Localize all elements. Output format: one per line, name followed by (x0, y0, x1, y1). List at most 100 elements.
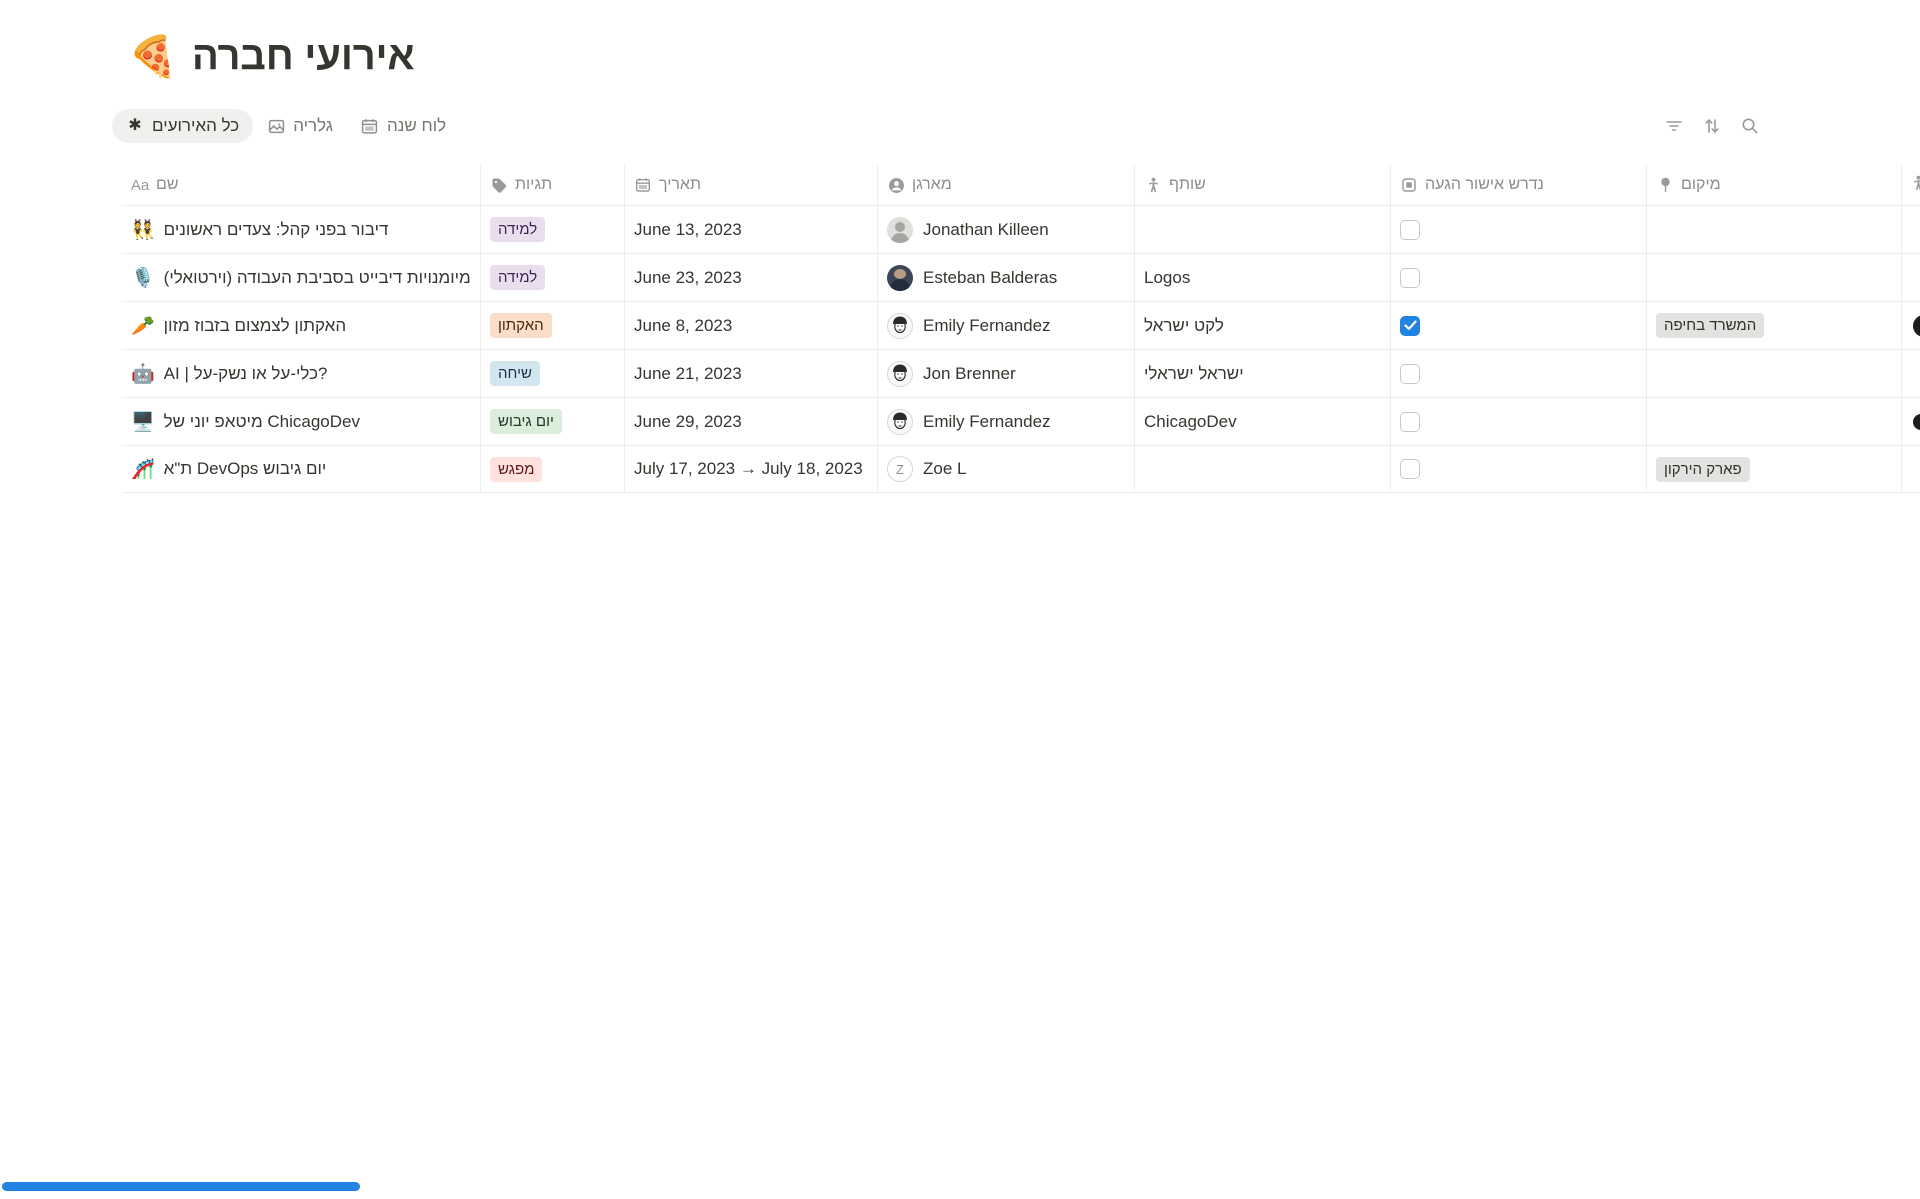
cell-clipped (1902, 302, 1920, 349)
cell-name[interactable]: 👯דיבור בפני קהל: צעדים ראשונים (122, 206, 481, 253)
page-icon-pizza[interactable]: 🍕 (128, 37, 178, 77)
asterisk-icon: ✱ (126, 117, 144, 135)
column-header-organizer[interactable]: מארגן (878, 165, 1135, 205)
date-value: June 8, 2023 (634, 316, 732, 336)
tag-pill: שיחה (490, 361, 540, 386)
cell-organizer[interactable]: Emily Fernandez (878, 398, 1135, 445)
tag-pill: יום גיבוש (490, 409, 562, 434)
table-row: 🖥️ מיטאפ יוני של ChicagoDev יום גיבוש June … (122, 397, 1920, 445)
tab-label: גלריה (293, 116, 333, 136)
cell-location[interactable] (1647, 254, 1902, 301)
event-title: ת"א DevOps יום גיבוש (164, 459, 327, 479)
horizontal-scrollbar-thumb[interactable] (2, 1182, 360, 1191)
page-title[interactable]: אירועי חברה (192, 34, 415, 79)
cell-date[interactable]: June 29, 2023 (625, 398, 878, 445)
organizer-name: Jon Brenner (923, 364, 1016, 384)
cell-organizer[interactable]: Jonathan Killeen (878, 206, 1135, 253)
cell-partner[interactable] (1135, 446, 1391, 492)
tab-gallery[interactable]: גלריה (253, 109, 347, 143)
view-tab-bar: ✱ כל האירועים גלריה ל (112, 105, 1920, 147)
cell-date[interactable]: July 17, 2023 → July 18, 2023 (625, 446, 878, 492)
rsvp-checkbox-checked[interactable] (1400, 316, 1420, 336)
column-header-label: תגיות (515, 176, 552, 194)
avatar: Z (887, 456, 913, 482)
column-header-rsvp[interactable]: נדרש אישור הגעה (1391, 165, 1647, 205)
date-value: June 29, 2023 (634, 412, 742, 432)
cell-tags[interactable]: יום גיבוש (481, 398, 625, 445)
cell-date[interactable]: June 13, 2023 (625, 206, 878, 253)
cell-location[interactable] (1647, 206, 1902, 253)
cell-date[interactable]: June 23, 2023 (625, 254, 878, 301)
cell-name[interactable]: 🤖AI | כלי-על או נשק-על? (122, 350, 481, 397)
cell-date[interactable]: June 8, 2023 (625, 302, 878, 349)
rsvp-checkbox-unchecked[interactable] (1400, 220, 1420, 240)
column-header-name[interactable]: Aaשם (122, 165, 481, 205)
column-header-tags[interactable]: תגיות (481, 165, 625, 205)
table-row: 🤖AI | כלי-על או נשק-על? שיחה June 21, 2023… (122, 349, 1920, 397)
avatar (887, 361, 913, 387)
cell-rsvp (1391, 446, 1647, 492)
cell-organizer[interactable]: Emily Fernandez (878, 302, 1135, 349)
cell-location[interactable] (1647, 350, 1902, 397)
event-emoji-icon: 🎙️ (131, 266, 155, 290)
cell-rsvp (1391, 350, 1647, 397)
organizer-name: Zoe L (923, 459, 966, 479)
sort-icon[interactable] (1702, 116, 1722, 136)
cell-organizer[interactable]: Z Zoe L (878, 446, 1135, 492)
cell-partner[interactable]: Logos (1135, 254, 1391, 301)
organizer-name: Esteban Balderas (923, 268, 1057, 288)
avatar-clipped (1911, 412, 1920, 432)
event-title: AI | כלי-על או נשק-על? (164, 364, 328, 384)
cell-name[interactable]: 🥕האקתון לצמצום בזבוז מזון (122, 302, 481, 349)
cell-name[interactable]: 🎙️מיומנויות דיבייט בסביבת העבודה (וירטוא… (122, 254, 481, 301)
name-column-icon: Aa (131, 176, 149, 194)
cell-tags[interactable]: מפגש (481, 446, 625, 492)
cell-name[interactable]: 🖥️ מיטאפ יוני של ChicagoDev (122, 398, 481, 445)
tab-calendar[interactable]: לוח שנה (347, 109, 460, 143)
cell-tags[interactable]: שיחה (481, 350, 625, 397)
view-toolbar (1664, 116, 1760, 136)
cell-clipped (1902, 206, 1920, 253)
cell-rsvp (1391, 302, 1647, 349)
table-body: 👯דיבור בפני קהל: צעדים ראשוניםלמידהJune … (122, 205, 1920, 493)
event-title: מיטאפ יוני של ChicagoDev (164, 412, 360, 432)
tag-pill: למידה (490, 265, 545, 290)
column-header-label: נדרש אישור הגעה (1425, 176, 1544, 194)
cell-name[interactable]: 🎢ת"א DevOps יום גיבוש (122, 446, 481, 492)
column-header-partner[interactable]: שותף (1135, 165, 1391, 205)
column-header-location[interactable]: מיקום (1647, 165, 1902, 205)
cell-location[interactable]: פארק הירקון (1647, 446, 1902, 492)
cell-location[interactable]: המשרד בחיפה (1647, 302, 1902, 349)
cell-rsvp (1391, 254, 1647, 301)
column-header-label: מארגן (912, 176, 952, 194)
cell-clipped (1902, 398, 1920, 445)
cell-tags[interactable]: למידה (481, 206, 625, 253)
rsvp-checkbox-unchecked[interactable] (1400, 412, 1420, 432)
table-row: 🥕האקתון לצמצום בזבוז מזוןהאקתון June 8, 2… (122, 301, 1920, 349)
rsvp-checkbox-unchecked[interactable] (1400, 364, 1420, 384)
cell-tags[interactable]: למידה (481, 254, 625, 301)
search-icon[interactable] (1740, 116, 1760, 136)
cell-partner[interactable]: לקט ישראל (1135, 302, 1391, 349)
cell-location[interactable] (1647, 398, 1902, 445)
avatar (887, 217, 913, 243)
column-header-clipped[interactable] (1902, 165, 1920, 205)
cell-partner[interactable] (1135, 206, 1391, 253)
filter-icon[interactable] (1664, 116, 1684, 136)
event-emoji-icon: 🖥️ (131, 410, 155, 434)
notion-page: 🍕 אירועי חברה ✱ כל האירועים גלריה (0, 0, 1920, 1199)
cell-partner[interactable]: ישראל ישראלי (1135, 350, 1391, 397)
tag-pill: מפגש (490, 457, 542, 482)
cell-organizer[interactable]: Esteban Balderas (878, 254, 1135, 301)
rsvp-checkbox-unchecked[interactable] (1400, 459, 1420, 479)
column-header-date[interactable]: תאריך (625, 165, 878, 205)
tab-all-events[interactable]: ✱ כל האירועים (112, 109, 253, 143)
cell-tags[interactable]: האקתון (481, 302, 625, 349)
rsvp-checkbox-unchecked[interactable] (1400, 268, 1420, 288)
column-header-label: שותף (1169, 176, 1206, 194)
cell-organizer[interactable]: Jon Brenner (878, 350, 1135, 397)
avatar (887, 313, 913, 339)
cell-date[interactable]: June 21, 2023 (625, 350, 878, 397)
page-header: 🍕 אירועי חברה (0, 0, 1920, 79)
cell-partner[interactable]: ChicagoDev (1135, 398, 1391, 445)
